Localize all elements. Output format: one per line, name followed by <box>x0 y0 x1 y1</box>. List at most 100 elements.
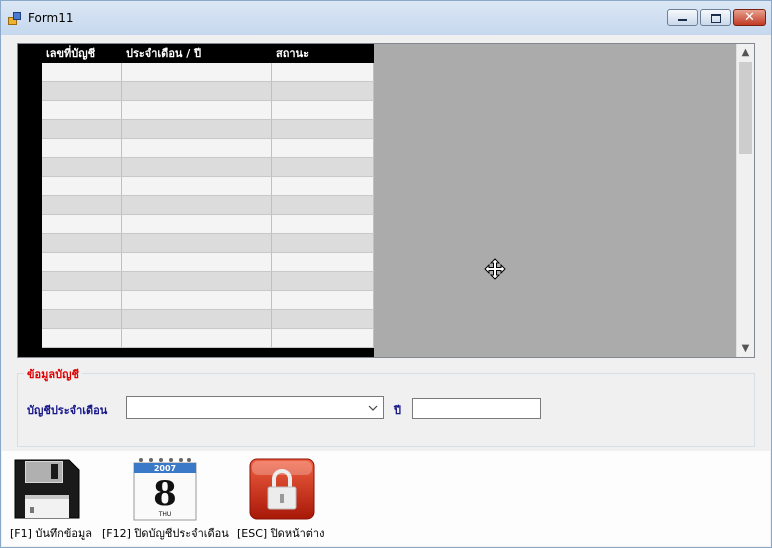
group-title: ข้อมูลบัญชี <box>24 365 82 383</box>
calendar-icon: 2007 8 THU <box>133 458 197 521</box>
account-info-group: ข้อมูลบัญชี บัญชีประจำเดือน ปี <box>17 365 755 447</box>
table-cell[interactable] <box>42 139 122 157</box>
table-cell[interactable] <box>42 82 122 100</box>
exit-label: [ESC] ปิดหน้าต่าง <box>237 527 325 540</box>
table-cell[interactable] <box>272 310 374 328</box>
table-cell[interactable] <box>42 329 122 347</box>
table-cell[interactable] <box>272 272 374 290</box>
table-cell[interactable] <box>272 82 374 100</box>
table-cell[interactable] <box>272 120 374 138</box>
column-header-account-no[interactable]: เลขที่บัญชี <box>42 44 122 63</box>
table-row[interactable] <box>42 234 374 253</box>
table-row[interactable] <box>42 158 374 177</box>
table-cell[interactable] <box>122 139 272 157</box>
table-cell[interactable] <box>122 234 272 252</box>
grid-rows <box>42 63 374 348</box>
table-cell[interactable] <box>42 101 122 119</box>
exit-button[interactable]: [ESC] ปิดหน้าต่าง <box>237 451 337 546</box>
calendar-day: 8 <box>153 474 177 514</box>
table-cell[interactable] <box>272 329 374 347</box>
table-cell[interactable] <box>42 215 122 233</box>
save-label: [F1] บันทึกข้อมูล <box>10 527 92 540</box>
table-row[interactable] <box>42 291 374 310</box>
form-window: Form11 ✕ เลขที่บัญชี ประจำเดือน / ปี สถา… <box>0 0 772 548</box>
table-cell[interactable] <box>42 253 122 271</box>
close-button[interactable]: ✕ <box>733 9 766 26</box>
table-cell[interactable] <box>272 196 374 214</box>
title-bar[interactable]: Form11 ✕ <box>1 1 771 35</box>
window-title: Form11 <box>28 11 74 25</box>
table-cell[interactable] <box>122 63 272 81</box>
column-header-month-year[interactable]: ประจำเดือน / ปี <box>122 44 272 63</box>
calendar-weekday: THU <box>158 511 172 518</box>
table-cell[interactable] <box>122 215 272 233</box>
table-cell[interactable] <box>122 82 272 100</box>
floppy-disk-icon <box>14 459 80 519</box>
month-combobox[interactable] <box>126 396 384 419</box>
month-label: บัญชีประจำเดือน <box>27 404 108 417</box>
close-month-button[interactable]: 2007 8 THU [F12] ปิดบัญชีประจำเดือน <box>102 451 232 546</box>
table-cell[interactable] <box>42 63 122 81</box>
year-label: ปี <box>394 404 401 417</box>
table-cell[interactable] <box>122 158 272 176</box>
table-row[interactable] <box>42 310 374 329</box>
column-header-status[interactable]: สถานะ <box>272 44 374 63</box>
table-cell[interactable] <box>272 253 374 271</box>
year-input[interactable] <box>412 398 541 419</box>
table-cell[interactable] <box>122 272 272 290</box>
chevron-down-icon[interactable] <box>366 400 380 415</box>
table-cell[interactable] <box>42 120 122 138</box>
client-area: เลขที่บัญชี ประจำเดือน / ปี สถานะ ▲ ▼ ข้… <box>2 35 770 546</box>
row-header-column[interactable] <box>18 44 42 357</box>
table-row[interactable] <box>42 253 374 272</box>
table-cell[interactable] <box>122 101 272 119</box>
table-cell[interactable] <box>42 310 122 328</box>
table-cell[interactable] <box>122 329 272 347</box>
save-button[interactable]: [F1] บันทึกข้อมูล <box>10 451 95 546</box>
vertical-scrollbar[interactable]: ▲ ▼ <box>736 44 754 357</box>
close-icon: ✕ <box>744 10 755 25</box>
table-row[interactable] <box>42 82 374 101</box>
app-icon <box>8 12 21 25</box>
table-row[interactable] <box>42 63 374 82</box>
table-cell[interactable] <box>122 177 272 195</box>
table-row[interactable] <box>42 329 374 348</box>
table-cell[interactable] <box>42 196 122 214</box>
table-row[interactable] <box>42 272 374 291</box>
table-row[interactable] <box>42 196 374 215</box>
table-cell[interactable] <box>122 310 272 328</box>
close-month-label: [F12] ปิดบัญชีประจำเดือน <box>102 527 229 540</box>
table-cell[interactable] <box>272 101 374 119</box>
table-row[interactable] <box>42 120 374 139</box>
table-cell[interactable] <box>122 120 272 138</box>
table-row[interactable] <box>42 139 374 158</box>
table-cell[interactable] <box>272 177 374 195</box>
table-cell[interactable] <box>42 291 122 309</box>
table-cell[interactable] <box>42 272 122 290</box>
account-grid[interactable]: เลขที่บัญชี ประจำเดือน / ปี สถานะ ▲ ▼ <box>17 43 755 358</box>
calendar-year: 2007 <box>154 464 176 473</box>
table-cell[interactable] <box>272 63 374 81</box>
table-row[interactable] <box>42 101 374 120</box>
action-toolbar: [F1] บันทึกข้อมูล 2007 8 THU [F12] ปิดบั… <box>2 451 770 546</box>
scroll-up-icon[interactable]: ▲ <box>737 44 754 61</box>
scroll-down-icon[interactable]: ▼ <box>737 340 754 357</box>
table-row[interactable] <box>42 177 374 196</box>
table-cell[interactable] <box>122 196 272 214</box>
lock-icon <box>249 458 315 520</box>
minimize-button[interactable] <box>667 9 698 26</box>
grid-table: เลขที่บัญชี ประจำเดือน / ปี สถานะ <box>18 44 374 357</box>
table-cell[interactable] <box>272 291 374 309</box>
table-cell[interactable] <box>42 234 122 252</box>
table-cell[interactable] <box>272 234 374 252</box>
table-cell[interactable] <box>122 253 272 271</box>
table-cell[interactable] <box>122 291 272 309</box>
table-cell[interactable] <box>272 158 374 176</box>
table-cell[interactable] <box>272 139 374 157</box>
scroll-thumb[interactable] <box>739 62 752 154</box>
table-cell[interactable] <box>42 158 122 176</box>
maximize-button[interactable] <box>700 9 731 26</box>
table-cell[interactable] <box>42 177 122 195</box>
table-cell[interactable] <box>272 215 374 233</box>
table-row[interactable] <box>42 215 374 234</box>
